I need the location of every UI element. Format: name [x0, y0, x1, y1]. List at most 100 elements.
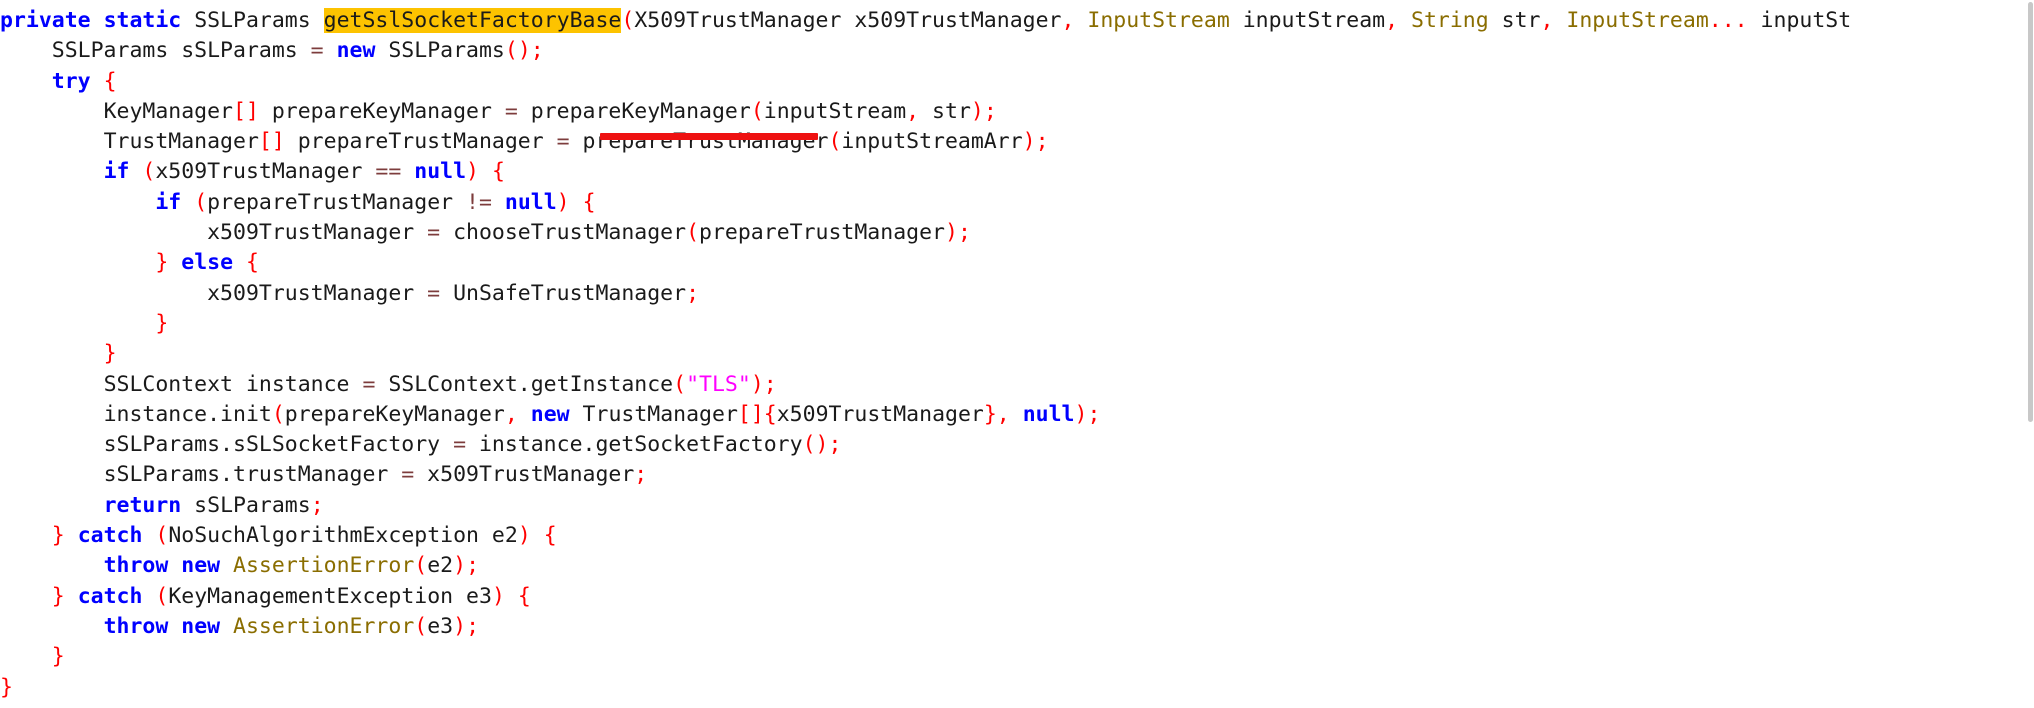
code-token: (: [142, 159, 156, 185]
code-token: prepareTrustManager: [699, 220, 945, 246]
code-line: throw new AssertionError(e2);: [0, 551, 2034, 581]
code-token: (: [414, 553, 428, 579]
code-token: ,: [906, 98, 920, 124]
code-token: catch: [77, 583, 143, 609]
code-token: (: [155, 523, 169, 549]
code-token: null: [414, 159, 467, 185]
code-token: ;: [1087, 401, 1101, 427]
code-token: catch: [77, 523, 143, 549]
code-token: []{: [737, 401, 777, 427]
code-token: sSLParams.sSLSocketFactory: [103, 432, 454, 458]
code-token: ;: [634, 462, 648, 488]
code-token: e3: [427, 613, 454, 639]
code-token: ): [491, 583, 505, 609]
vertical-scrollbar-thumb[interactable]: [2028, 2, 2033, 422]
code-token: throw: [103, 553, 169, 579]
code-token: ;: [466, 613, 480, 639]
code-token: NoSuchAlgorithmException e2: [168, 523, 518, 549]
code-token: ): [1074, 401, 1088, 427]
code-viewer[interactable]: private static SSLParams getSslSocketFac…: [0, 0, 2034, 708]
code-token: (: [155, 583, 169, 609]
code-line: }: [0, 673, 2034, 703]
code-token: (: [686, 220, 700, 246]
code-token: e2: [427, 553, 454, 579]
code-token: InputStream: [1087, 8, 1230, 33]
code-token: AssertionError: [233, 613, 415, 639]
code-line: if (x509TrustManager == null) {: [0, 157, 2034, 187]
code-token: SSLContext.getInstance: [375, 371, 674, 397]
code-token: prepareTrustManager: [207, 189, 467, 215]
code-token: prepareTrustManager: [569, 129, 829, 155]
code-token: x509TrustManager: [776, 401, 984, 427]
code-token: {: [543, 523, 557, 549]
code-token: x509TrustManager: [414, 462, 635, 488]
code-token: ;: [310, 492, 324, 518]
code-token: SSLParams: [375, 38, 505, 64]
code-token: if: [155, 189, 182, 215]
code-token: static: [103, 8, 182, 33]
code-token: ): [556, 189, 570, 215]
code-token: {: [582, 189, 596, 215]
code-token: ): [453, 553, 467, 579]
code-token: ;: [828, 432, 842, 458]
highlighted-symbol: getSslSocketFactoryBase: [323, 8, 622, 33]
code-token: (): [802, 432, 829, 458]
code-token: sSLParams.trustManager: [103, 462, 402, 488]
code-token: KeyManager: [103, 98, 234, 124]
code-token: }: [983, 401, 997, 427]
code-token: InputStream: [1566, 8, 1709, 33]
code-line: TrustManager[] prepareTrustManager = pre…: [0, 127, 2034, 157]
code-line: try {: [0, 67, 2034, 97]
code-token: prepareKeyManager: [517, 98, 751, 124]
code-token: KeyManagementException e3: [168, 583, 492, 609]
code-token: (: [414, 613, 428, 639]
code-token: AssertionError: [233, 553, 415, 579]
code-token: ): [453, 613, 467, 639]
code-token: ;: [957, 220, 971, 246]
code-token: inputStream: [763, 98, 907, 124]
code-token: sSLParams: [181, 492, 311, 518]
code-token: throw: [103, 613, 169, 639]
code-line: sSLParams.sSLSocketFactory = instance.ge…: [0, 430, 2034, 460]
code-token: inputSt: [1747, 8, 1852, 33]
code-token: }: [155, 310, 169, 336]
code-block[interactable]: private static SSLParams getSslSocketFac…: [0, 6, 2034, 703]
code-token: ,: [1061, 8, 1075, 33]
code-line: instance.init(prepareKeyManager, new Tru…: [0, 400, 2034, 430]
code-line: }: [0, 309, 2034, 339]
code-token: ;: [763, 371, 777, 397]
code-line: if (prepareTrustManager != null) {: [0, 188, 2034, 218]
code-token: =: [401, 462, 415, 488]
code-token: TrustManager: [103, 129, 259, 155]
code-token: (): [504, 38, 531, 64]
vertical-scrollbar-track[interactable]: [2026, 0, 2034, 708]
code-token: ,: [1540, 8, 1554, 33]
code-token: ;: [1035, 129, 1049, 155]
code-token: instance.getSocketFactory: [466, 432, 803, 458]
code-token: null: [504, 189, 557, 215]
code-token: }: [51, 583, 65, 609]
